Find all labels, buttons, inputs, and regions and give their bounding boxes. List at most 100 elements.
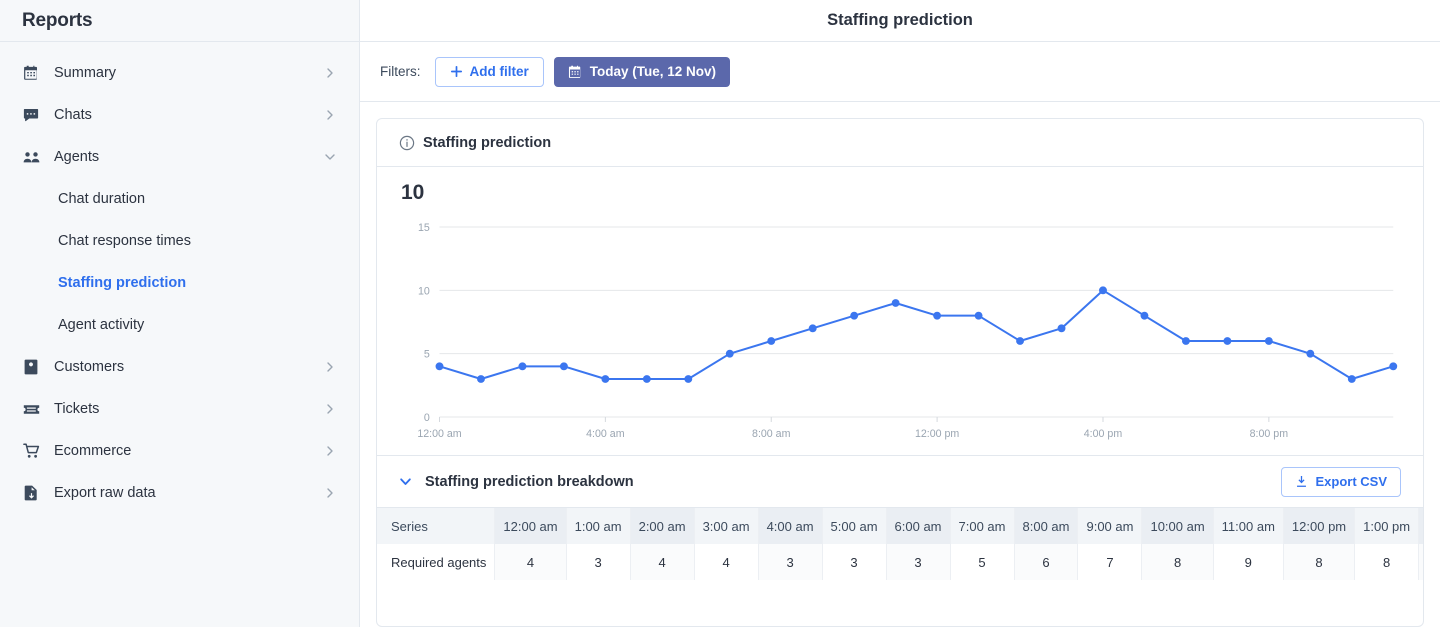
svg-text:8:00 am: 8:00 am [752, 428, 790, 440]
filter-bar: Filters: Add filter Today (Tue, 12 Nov) [360, 42, 1440, 102]
table-cell-required-agents: 4 [694, 544, 759, 580]
file-export-icon [22, 484, 40, 502]
sidebar-item-label: Export raw data [54, 485, 156, 501]
column-header-series: Series [377, 508, 496, 544]
chevron-down-icon [323, 150, 337, 164]
main-header: Staffing prediction [360, 0, 1440, 42]
date-range-button[interactable]: Today (Tue, 12 Nov) [553, 56, 731, 87]
table-cell-required-agents: 3 [758, 544, 823, 580]
breakdown-header: Staffing prediction breakdown Export CSV [377, 455, 1423, 507]
column-header-hour: 2:00 pm [1418, 508, 1423, 544]
calendar-icon [568, 65, 582, 79]
line-chart[interactable]: 0 5 10 15 12:00 am 4:00 am 8:00 am 12:00 pm 4:00… [395, 215, 1401, 455]
sidebar-item-label: Ecommerce [54, 443, 132, 459]
sidebar-item-chat-duration[interactable]: Chat duration [0, 178, 359, 220]
sidebar-item-label: Summary [54, 65, 117, 81]
main-title: Staffing prediction [827, 11, 973, 29]
table-cell-required-agents: 9 [1213, 544, 1284, 580]
chevron-right-icon [323, 486, 337, 500]
table-cell-required-agents: 3 [566, 544, 631, 580]
breakdown-table-scroll[interactable]: Series 12:00 am 1:00 am 2:00 am 3:00 am 4:00… [377, 507, 1423, 626]
column-header-hour: 6:00 am [886, 508, 951, 544]
svg-text:4:00 pm: 4:00 pm [1084, 428, 1122, 440]
table-cell-required-agents: 4 [494, 544, 567, 580]
column-header-hour: 12:00 am [494, 508, 567, 544]
column-header-hour: 4:00 am [758, 508, 823, 544]
svg-text:5: 5 [424, 349, 430, 361]
breakdown-table: Series 12:00 am 1:00 am 2:00 am 3:00 am 4:00… [377, 508, 1423, 580]
chevron-right-icon [323, 66, 337, 80]
sidebar-item-customers[interactable]: Customers [0, 346, 359, 388]
sidebar-item-label: Agents [54, 149, 100, 165]
contact-card-icon [22, 358, 40, 376]
add-filter-label: Add filter [469, 64, 529, 79]
export-csv-label: Export CSV [1315, 474, 1387, 489]
sidebar-item-chats[interactable]: Chats [0, 94, 359, 136]
table-head: Series 12:00 am 1:00 am 2:00 am 3:00 am 4:00… [377, 508, 1423, 544]
column-header-hour: 3:00 am [694, 508, 759, 544]
row-label-required-agents: Required agents [377, 544, 496, 580]
sidebar-item-ecommerce[interactable]: Ecommerce [0, 430, 359, 472]
column-header-hour: 5:00 am [822, 508, 887, 544]
chevron-right-icon [323, 444, 337, 458]
sidebar-item-summary[interactable]: Summary [0, 52, 359, 94]
sidebar-sub-label: Staffing prediction [58, 275, 187, 291]
table-cell-required-agents: 3 [886, 544, 951, 580]
info-circle-icon[interactable] [399, 135, 415, 151]
column-header-hour: 7:00 am [950, 508, 1015, 544]
sidebar-item-tickets[interactable]: Tickets [0, 388, 359, 430]
column-header-hour: 2:00 am [630, 508, 695, 544]
download-icon [1295, 475, 1308, 488]
plus-icon [450, 65, 463, 78]
chevron-right-icon [323, 108, 337, 122]
column-header-hour: 1:00 am [566, 508, 631, 544]
sidebar-item-label: Chats [54, 107, 92, 123]
date-range-label: Today (Tue, 12 Nov) [589, 64, 717, 79]
table-row: Required agents 434433356789886710866653… [377, 544, 1423, 580]
column-header-hour: 1:00 pm [1354, 508, 1420, 544]
chevron-down-icon[interactable] [399, 475, 413, 489]
page-title: Reports [22, 9, 93, 31]
sidebar-sub-label: Chat response times [58, 233, 191, 249]
sidebar-item-staffing-prediction[interactable]: Staffing prediction [0, 262, 359, 304]
table-cell-required-agents: 7 [1077, 544, 1143, 580]
main-content: Staffing prediction Filters: Add filter … [360, 0, 1440, 627]
sidebar-sub-label: Chat duration [58, 191, 146, 207]
sidebar-item-export-raw-data[interactable]: Export raw data [0, 472, 359, 514]
sidebar-sub-label: Agent activity [58, 317, 145, 333]
column-header-hour: 9:00 am [1077, 508, 1143, 544]
svg-text:12:00 pm: 12:00 pm [915, 428, 959, 440]
card-title: Staffing prediction [423, 134, 552, 151]
card-header: Staffing prediction [377, 119, 1423, 167]
chat-bubble-icon [22, 106, 40, 124]
svg-text:0: 0 [424, 412, 430, 424]
table-header-row: Series 12:00 am 1:00 am 2:00 am 3:00 am 4:00… [377, 508, 1423, 544]
sidebar-nav: Summary Chats Agents Chat duration Chat … [0, 42, 359, 514]
table-cell-required-agents: 8 [1283, 544, 1356, 580]
breakdown-title: Staffing prediction breakdown [425, 473, 634, 490]
table-cell-required-agents: 3 [822, 544, 887, 580]
table-cell-required-agents: 8 [1354, 544, 1420, 580]
sidebar-item-chat-response-times[interactable]: Chat response times [0, 220, 359, 262]
table-body: Required agents 434433356789886710866653… [377, 544, 1423, 580]
shopping-cart-icon [22, 442, 40, 460]
export-csv-button[interactable]: Export CSV [1281, 466, 1401, 497]
table-cell-required-agents: 6 [1418, 544, 1423, 580]
chevron-right-icon [323, 402, 337, 416]
svg-text:15: 15 [418, 222, 430, 234]
table-cell-required-agents: 6 [1014, 544, 1079, 580]
sidebar-header: Reports [0, 0, 359, 42]
ticket-icon [22, 400, 40, 418]
staffing-prediction-card: Staffing prediction 10 0 5 10 15 12:00 am 4:0… [376, 118, 1424, 627]
filters-label: Filters: [380, 64, 421, 79]
content-area: Staffing prediction 10 0 5 10 15 12:00 am 4:0… [360, 102, 1440, 627]
table-cell-required-agents: 8 [1141, 544, 1214, 580]
svg-text:12:00 am: 12:00 am [417, 428, 461, 440]
svg-text:8:00 pm: 8:00 pm [1250, 428, 1288, 440]
sidebar: Reports Summary Chats Agents Chat durati… [0, 0, 360, 627]
column-header-hour: 10:00 am [1141, 508, 1214, 544]
sidebar-item-agents[interactable]: Agents [0, 136, 359, 178]
add-filter-button[interactable]: Add filter [434, 56, 544, 87]
sidebar-item-agent-activity[interactable]: Agent activity [0, 304, 359, 346]
svg-text:10: 10 [418, 285, 430, 297]
